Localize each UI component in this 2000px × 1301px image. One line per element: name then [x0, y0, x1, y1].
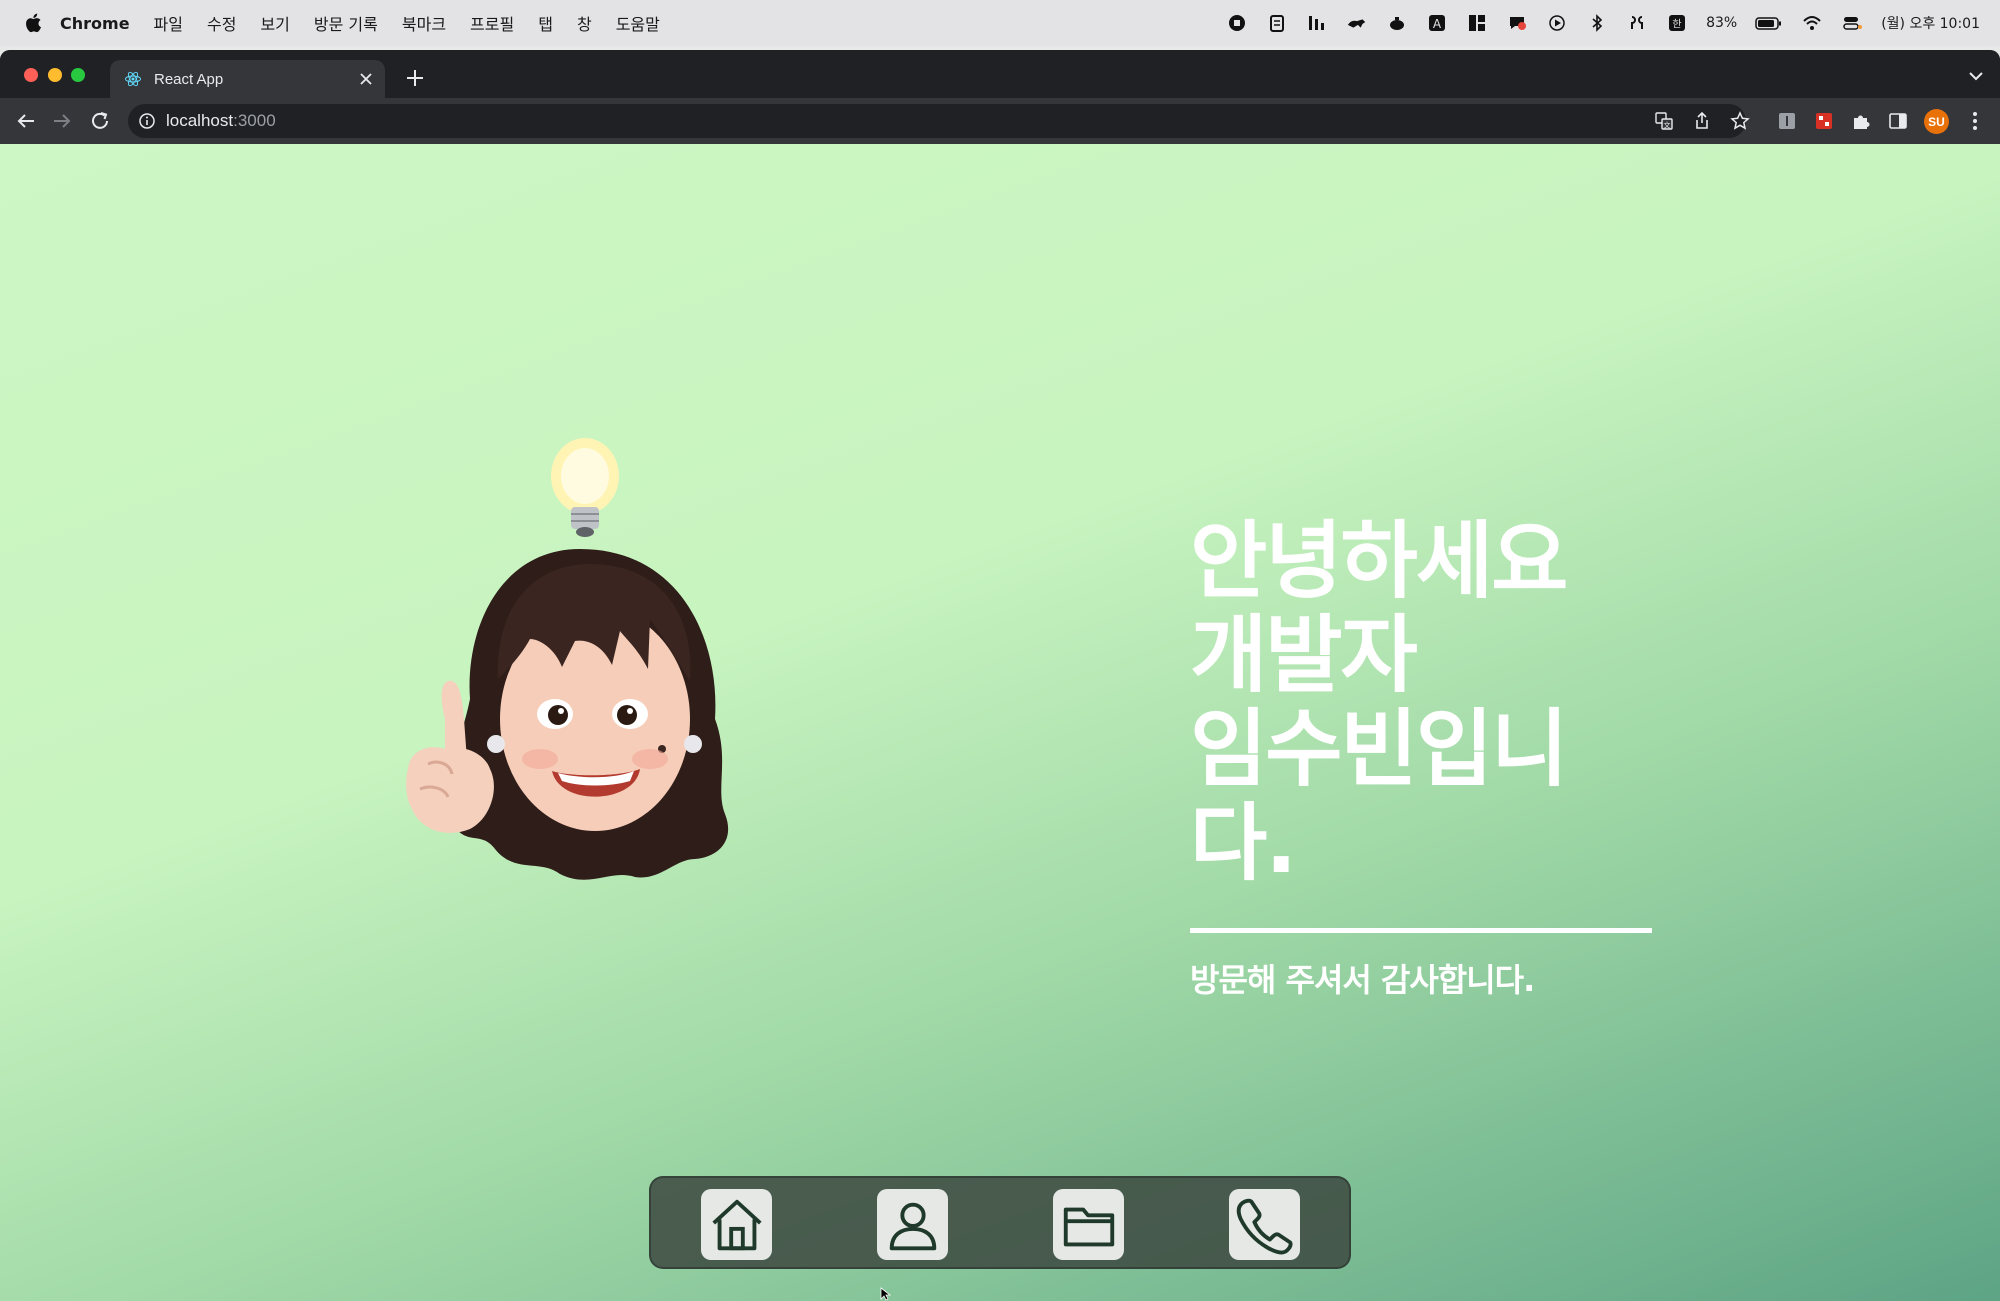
translate-icon[interactable]: 文	[1654, 111, 1674, 131]
bluetooth-icon[interactable]	[1586, 13, 1608, 33]
more-vertical-icon[interactable]	[1965, 110, 1985, 132]
nav-profile-button[interactable]	[877, 1189, 948, 1260]
hero-greeting: 안녕하세요	[1190, 512, 1568, 610]
menu-tab[interactable]: 탭	[538, 11, 553, 35]
tab-title: React App	[154, 70, 224, 88]
input-source-icon[interactable]: 한	[1666, 13, 1688, 33]
menubar-app-name[interactable]: Chrome	[60, 14, 130, 33]
hero-subtitle: 방문해 주셔서 감사합니다.	[1190, 961, 1535, 999]
menu-edit[interactable]: 수정	[207, 11, 236, 35]
bottom-nav-dock	[649, 1176, 1351, 1269]
battery-icon[interactable]	[1755, 13, 1783, 33]
control-center-icon[interactable]	[1841, 13, 1863, 33]
browser-toolbar: localhost:3000 文 SU	[0, 98, 2000, 144]
reload-icon[interactable]	[88, 109, 112, 133]
menu-help[interactable]: 도움말	[616, 11, 660, 35]
close-icon	[360, 73, 372, 85]
extension-pixel-icon[interactable]	[1813, 110, 1835, 132]
browser-window: React App localhost:3000 文 SU 안녕하세요 개발자 …	[0, 50, 2000, 1301]
menu-profiles[interactable]: 프로필	[470, 11, 514, 35]
hero-name: 임수빈입니다.	[1190, 700, 1568, 892]
record-icon[interactable]	[1226, 13, 1248, 33]
phone-icon	[1236, 1198, 1292, 1254]
url-host: localhost	[166, 111, 234, 130]
nav-projects-button[interactable]	[1053, 1189, 1124, 1260]
extensions-puzzle-icon[interactable]	[1850, 110, 1872, 132]
wifi-icon[interactable]	[1801, 13, 1823, 33]
hero-text-block: 안녕하세요 개발자 임수빈입니다. 방문해 주셔서 감사합니다.	[1190, 514, 1660, 1001]
menubar-tray: A 한 83% (월) 오후 10:01	[1226, 0, 1980, 46]
hero-divider	[1190, 928, 1652, 933]
macos-menubar: Chrome 파일 수정 보기 방문 기록 북마크 프로필 탭 창 도움말 A …	[0, 0, 2000, 46]
folder-icon	[1063, 1207, 1114, 1246]
fullscreen-window-button[interactable]	[71, 68, 85, 82]
runcat-icon[interactable]	[1346, 13, 1368, 33]
battery-percent: 83%	[1706, 15, 1738, 31]
address-bar[interactable]: localhost:3000	[128, 104, 1746, 138]
clipboard-icon[interactable]	[1266, 13, 1288, 33]
svg-text:A: A	[1433, 17, 1442, 31]
person-icon	[889, 1202, 936, 1250]
svg-text:文: 文	[1664, 121, 1671, 130]
nav-home-button[interactable]	[701, 1189, 772, 1260]
close-window-button[interactable]	[24, 68, 38, 82]
menu-view[interactable]: 보기	[260, 11, 289, 35]
forward-arrow-icon[interactable]	[50, 109, 74, 133]
layout-icon[interactable]	[1466, 13, 1488, 33]
hero-role: 개발자	[1190, 606, 1418, 704]
menu-window[interactable]: 창	[577, 11, 592, 35]
share-icon[interactable]	[1692, 111, 1712, 131]
memoji-avatar-illustration	[406, 438, 729, 880]
airpods-icon[interactable]	[1626, 13, 1648, 33]
apple-icon[interactable]	[22, 11, 46, 35]
menu-history[interactable]: 방문 기록	[314, 11, 378, 35]
stats-icon[interactable]	[1306, 13, 1328, 33]
page-viewport: 안녕하세요 개발자 임수빈입니다. 방문해 주셔서 감사합니다.	[0, 144, 2000, 1301]
chat-icon[interactable]	[1506, 13, 1528, 33]
back-arrow-icon[interactable]	[14, 109, 38, 133]
minimize-window-button[interactable]	[48, 68, 62, 82]
side-panel-icon[interactable]	[1887, 110, 1909, 132]
new-tab-button[interactable]	[403, 66, 427, 90]
menubar-clock[interactable]: (월) 오후 10:01	[1881, 13, 1980, 33]
lightbulb-icon	[551, 438, 619, 537]
mouse-cursor-icon	[880, 1287, 892, 1301]
nav-contact-button[interactable]	[1229, 1189, 1300, 1260]
react-logo-icon	[125, 71, 141, 87]
extension-i-icon[interactable]	[1776, 110, 1798, 132]
tab-close-button[interactable]	[353, 66, 379, 92]
menu-file[interactable]: 파일	[154, 11, 183, 35]
info-icon[interactable]	[138, 112, 156, 130]
text-a-icon[interactable]: A	[1426, 13, 1448, 33]
menu-bookmarks[interactable]: 북마크	[402, 11, 446, 35]
bookmark-star-icon[interactable]	[1730, 111, 1750, 131]
teapot-icon[interactable]	[1386, 13, 1408, 33]
svg-text:한: 한	[1672, 19, 1681, 31]
tab-react-app[interactable]: React App	[110, 60, 385, 98]
url-text[interactable]: localhost:3000	[166, 111, 276, 131]
play-icon[interactable]	[1546, 13, 1568, 33]
profile-avatar-button[interactable]: SU	[1924, 109, 1949, 134]
url-port: :3000	[233, 111, 276, 130]
tab-strip: React App	[0, 50, 2000, 98]
house-icon	[711, 1199, 762, 1250]
tab-search-chevron-icon[interactable]	[1966, 68, 1986, 84]
